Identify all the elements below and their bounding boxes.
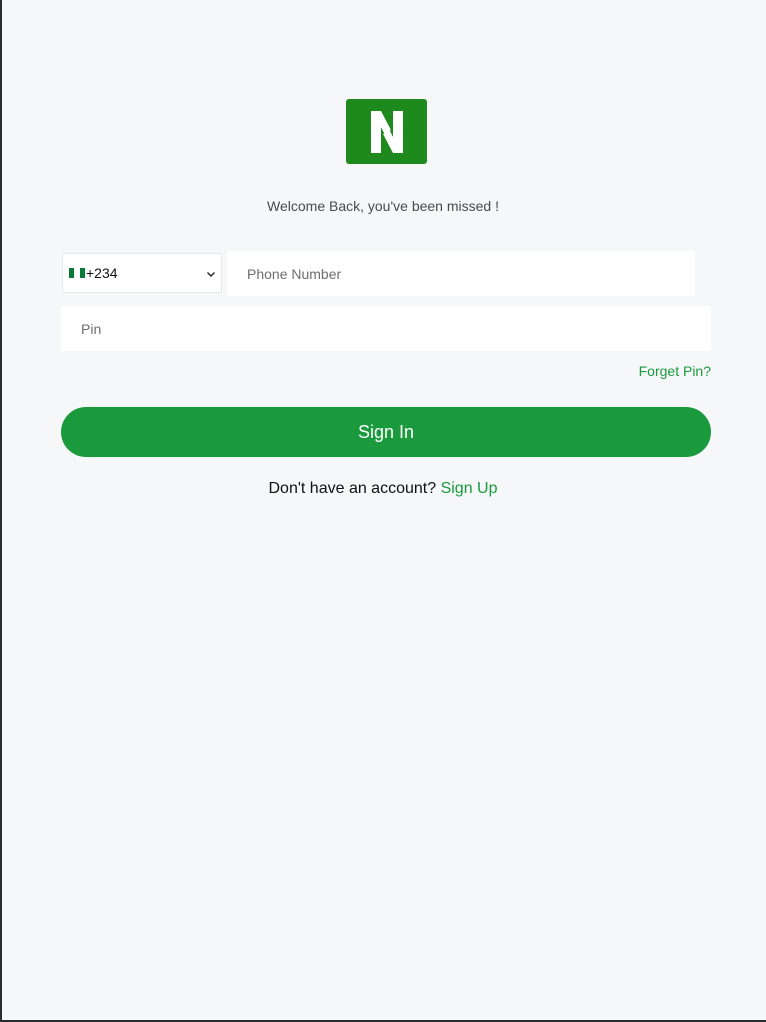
signup-prompt: Don't have an account? [268, 480, 437, 497]
forgot-pin-link[interactable]: Forget Pin? [639, 363, 711, 379]
window-border-left [0, 0, 2, 1022]
phone-number-input[interactable] [227, 251, 695, 296]
chevron-down-icon [207, 272, 215, 277]
dial-code: +234 [86, 265, 118, 281]
sign-up-link[interactable]: Sign Up [441, 480, 498, 497]
welcome-message: Welcome Back, you've been missed ! [267, 198, 499, 214]
signup-row: Don't have an account? Sign Up [0, 480, 766, 498]
nigeria-flag-icon [69, 268, 85, 278]
n-logo-icon [346, 99, 427, 164]
sign-in-button[interactable]: Sign In [61, 407, 711, 457]
country-code-select[interactable]: +234 [62, 253, 222, 293]
pin-input[interactable] [61, 306, 711, 351]
